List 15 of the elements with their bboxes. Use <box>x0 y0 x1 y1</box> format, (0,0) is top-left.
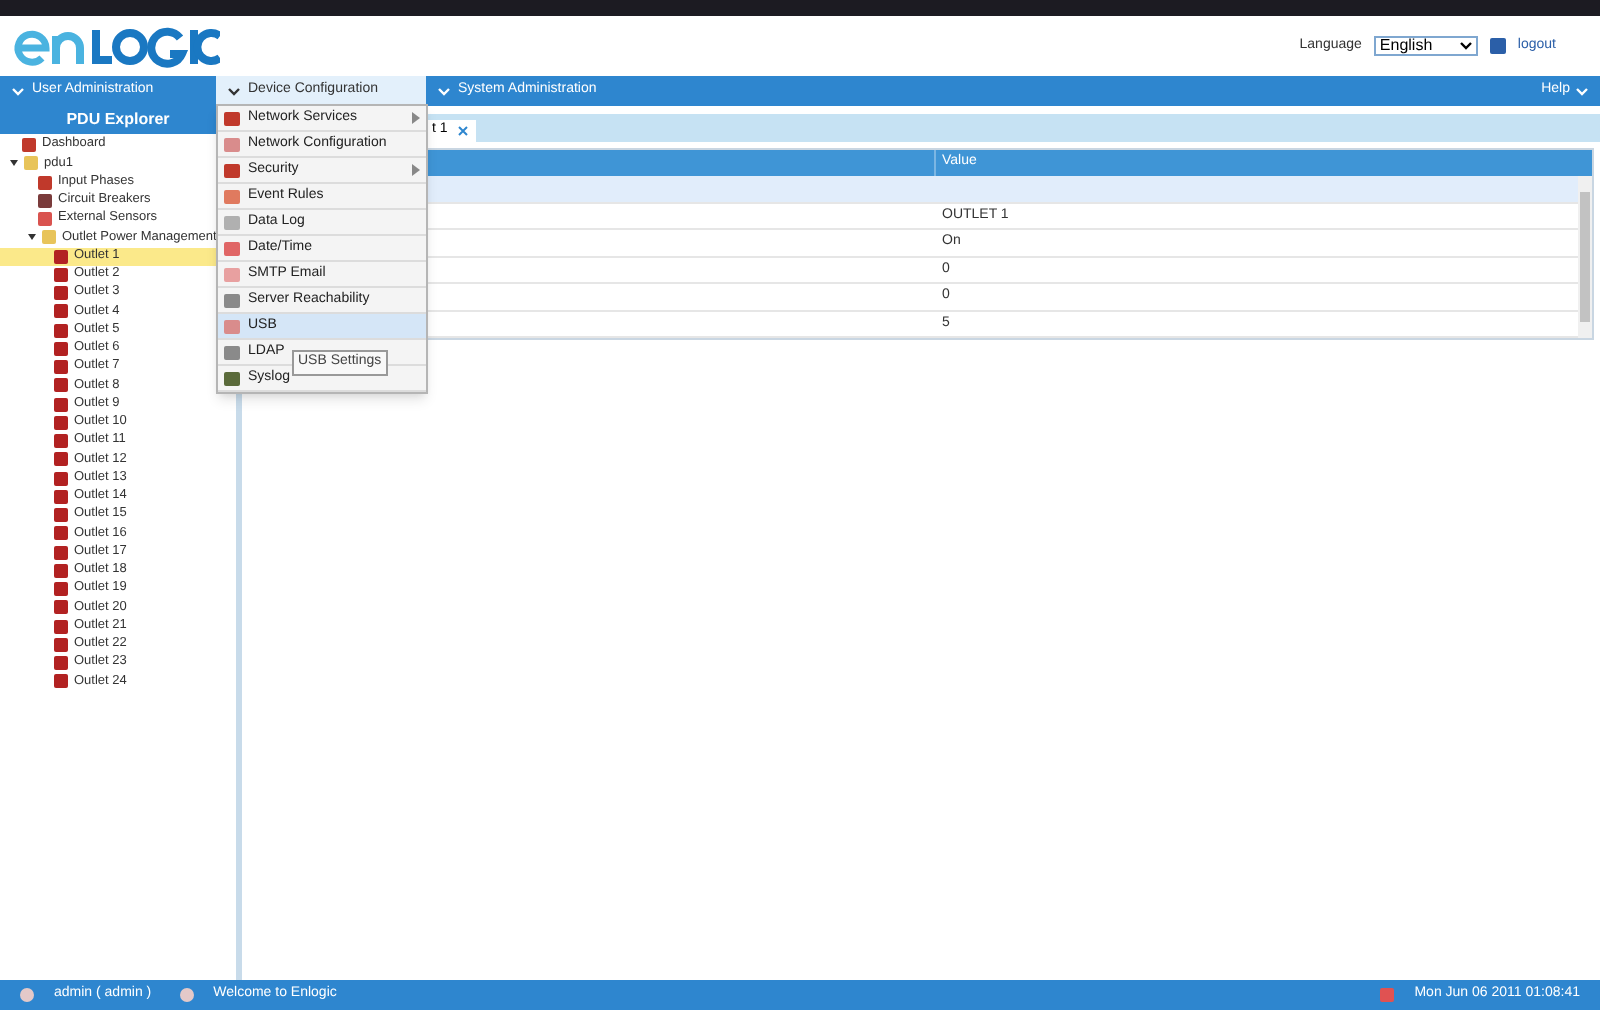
chevron-down-icon <box>228 87 240 95</box>
chevron-down-icon <box>438 87 450 95</box>
chevron-down-icon <box>12 87 24 95</box>
user-icon <box>179 988 194 1002</box>
chevron-down-icon <box>1576 87 1588 95</box>
expand-toggle-icon[interactable] <box>28 234 36 241</box>
language-select[interactable]: English <box>1373 36 1478 56</box>
folder-icon <box>42 230 56 245</box>
folder-icon <box>24 156 38 171</box>
logo-icon <box>12 24 220 68</box>
expand-toggle-icon[interactable] <box>10 160 18 167</box>
user-icon <box>20 988 34 1002</box>
device-icon <box>22 138 36 153</box>
close-icon[interactable] <box>457 126 468 136</box>
chevron-down-icon <box>1459 42 1472 50</box>
